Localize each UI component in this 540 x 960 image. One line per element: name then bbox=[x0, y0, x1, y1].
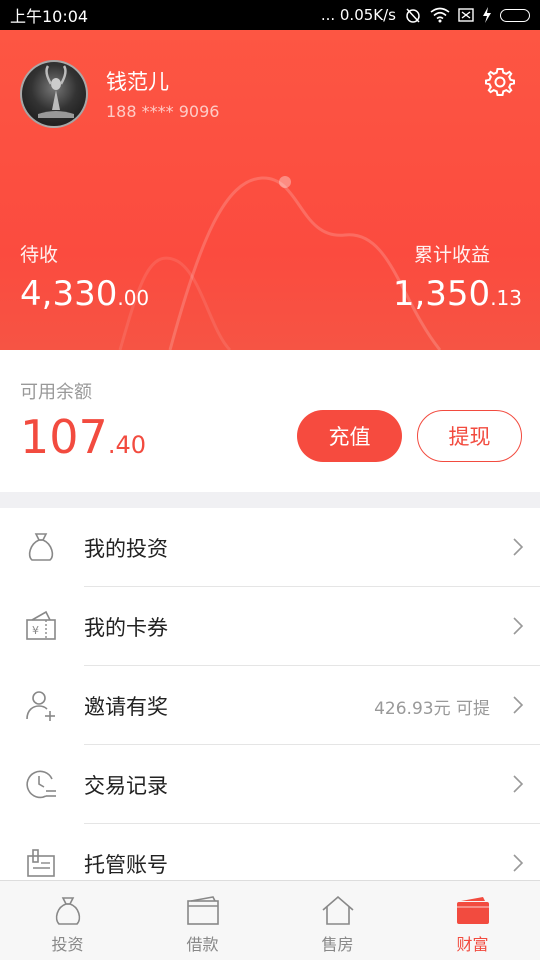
chevron-right-icon bbox=[513, 854, 524, 872]
alarm-off-icon bbox=[406, 8, 420, 23]
menu-item-label: 邀请有奖 bbox=[84, 695, 168, 719]
phone-number: 188 **** 9096 bbox=[106, 102, 220, 121]
menu-item-custody-account[interactable]: 托管账号 bbox=[0, 824, 540, 880]
account-document-icon bbox=[27, 849, 55, 877]
house-icon bbox=[321, 895, 354, 925]
wallet-icon bbox=[186, 896, 219, 925]
menu-item-label: 托管账号 bbox=[84, 853, 168, 877]
bottom-tab-bar: 投资 借款 售房 财富 bbox=[0, 880, 540, 960]
wifi-icon bbox=[430, 7, 450, 23]
chevron-right-icon bbox=[513, 538, 524, 556]
pending-label: 待收 bbox=[20, 244, 59, 266]
account-menu: 我的投资 ¥ 我的卡券 邀请有奖 426.93元 可提 交易记录 托管账号 bbox=[0, 508, 540, 880]
tab-label: 售房 bbox=[321, 935, 354, 954]
status-bar: 上午10:04 ... 0.05K/s bbox=[0, 0, 540, 30]
tab-wealth[interactable]: 财富 bbox=[405, 881, 540, 960]
balance-card: 可用余额 107.40 充值 提现 bbox=[0, 350, 540, 492]
chevron-right-icon bbox=[513, 775, 524, 793]
tab-borrow[interactable]: 借款 bbox=[135, 881, 270, 960]
wealth-wallet-icon bbox=[456, 897, 489, 924]
status-icons: ... 0.05K/s bbox=[321, 6, 530, 24]
coupon-icon: ¥ bbox=[26, 610, 56, 640]
balance-amount-int: 107 bbox=[20, 410, 108, 464]
chevron-right-icon bbox=[513, 696, 524, 714]
network-speed: ... 0.05K/s bbox=[320, 6, 396, 24]
clock-record-icon bbox=[26, 770, 56, 799]
tab-invest[interactable]: 投资 bbox=[0, 881, 135, 960]
pending-amount: 4,330.00 bbox=[20, 274, 149, 314]
svg-text:¥: ¥ bbox=[32, 624, 39, 637]
earnings-amount-int: 1,350 bbox=[392, 274, 491, 314]
earnings-amount: 1,350.13 bbox=[393, 274, 522, 314]
menu-item-my-coupons[interactable]: ¥ 我的卡券 bbox=[0, 587, 540, 666]
sim-off-icon bbox=[458, 8, 474, 22]
charging-icon bbox=[483, 7, 491, 23]
balance-label: 可用余额 bbox=[20, 382, 92, 403]
profile-header: 钱范儿 188 **** 9096 待收 4,330.00 累计收益 1,350… bbox=[0, 30, 540, 350]
earnings-label: 累计收益 bbox=[413, 244, 490, 266]
withdraw-button[interactable]: 提现 bbox=[417, 410, 522, 462]
username: 钱范儿 bbox=[106, 70, 169, 94]
invite-user-icon bbox=[26, 691, 55, 721]
chevron-right-icon bbox=[513, 617, 524, 635]
settings-gear-icon[interactable] bbox=[484, 66, 516, 98]
menu-item-my-investments[interactable]: 我的投资 bbox=[0, 508, 540, 587]
earnings-amount-dec: .13 bbox=[490, 286, 522, 310]
menu-item-invite-rewards[interactable]: 邀请有奖 426.93元 可提 bbox=[0, 666, 540, 745]
battery-icon bbox=[500, 8, 530, 22]
menu-item-label: 我的投资 bbox=[84, 537, 168, 561]
money-bag-icon bbox=[55, 897, 80, 925]
menu-item-label: 我的卡券 bbox=[84, 616, 168, 640]
status-time: 上午10:04 bbox=[10, 7, 89, 26]
recharge-button[interactable]: 充值 bbox=[297, 410, 402, 462]
invite-withdrawable-amount: 426.93元 可提 bbox=[374, 699, 490, 719]
pending-amount-int: 4,330 bbox=[20, 274, 118, 314]
balance-amount-dec: .40 bbox=[107, 431, 146, 459]
pending-amount-dec: .00 bbox=[117, 286, 150, 310]
money-bag-icon bbox=[28, 533, 54, 561]
tab-label: 财富 bbox=[456, 935, 489, 954]
tab-label: 借款 bbox=[186, 935, 219, 954]
tab-label: 投资 bbox=[51, 935, 84, 954]
tab-sell-house[interactable]: 售房 bbox=[270, 881, 405, 960]
menu-item-label: 交易记录 bbox=[84, 774, 168, 798]
balance-amount: 107.40 bbox=[20, 410, 146, 464]
avatar[interactable] bbox=[20, 60, 88, 128]
menu-item-transaction-records[interactable]: 交易记录 bbox=[0, 745, 540, 824]
